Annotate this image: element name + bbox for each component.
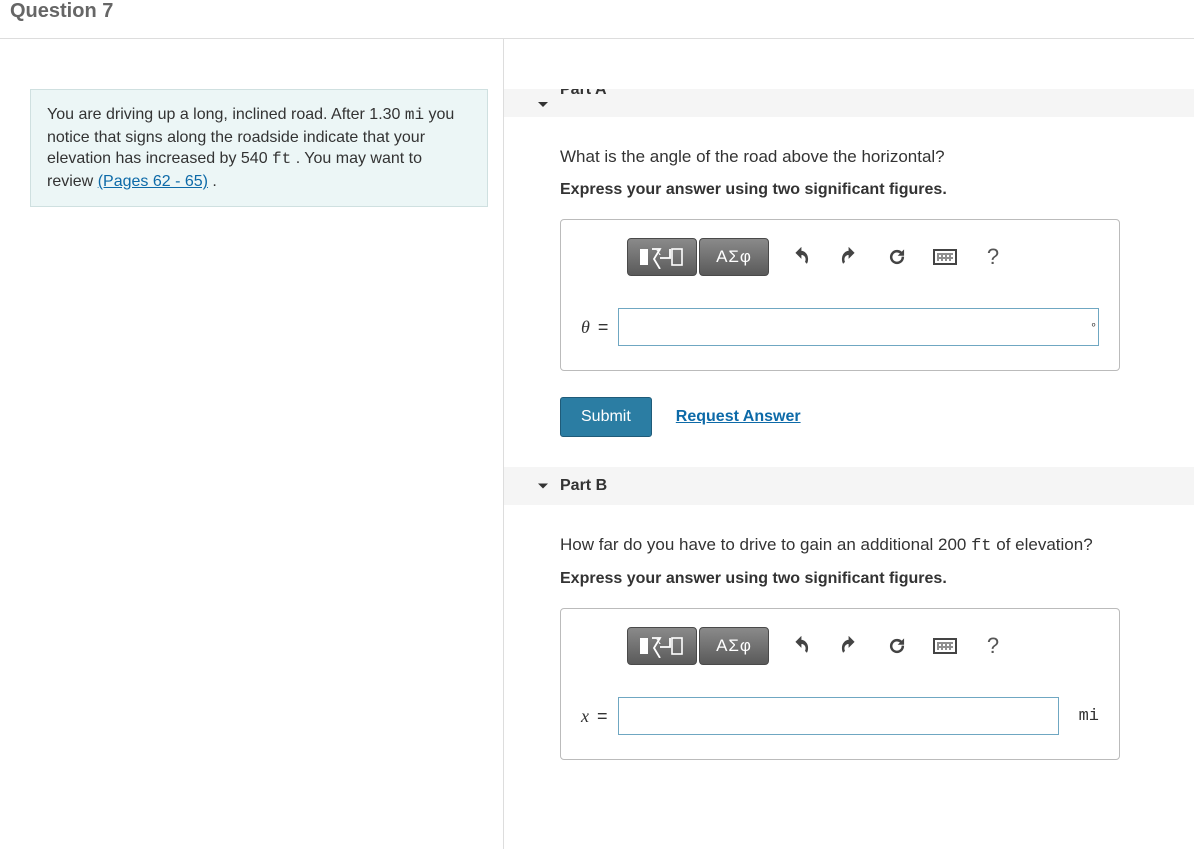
undo-button[interactable] (783, 239, 819, 275)
equals-sign: = (597, 706, 608, 727)
question-header: Question 7 (0, 0, 1194, 39)
part-b-label: Part B (560, 477, 607, 494)
part-b-toolbar: x ΑΣφ (581, 627, 1099, 665)
submit-button[interactable]: Submit (560, 397, 652, 437)
part-b-question: How far do you have to drive to gain an … (560, 535, 1194, 556)
help-button[interactable]: ? (975, 239, 1011, 275)
redo-button[interactable] (831, 628, 867, 664)
keyboard-button[interactable] (927, 239, 963, 275)
part-a-body: What is the angle of the road above the … (504, 147, 1194, 467)
part-b-input-row: x = mi (581, 697, 1099, 735)
part-a-question: What is the angle of the road above the … (560, 147, 1194, 167)
keyboard-button[interactable] (927, 628, 963, 664)
part-a-actions: Submit Request Answer (560, 397, 1194, 437)
part-a-label: Part A (560, 89, 607, 99)
greek-symbols-button[interactable]: ΑΣφ (699, 627, 769, 665)
request-answer-link[interactable]: Request Answer (676, 408, 801, 426)
degree-unit: ∘ (1090, 318, 1097, 331)
keyboard-icon (933, 638, 957, 654)
undo-button[interactable] (783, 628, 819, 664)
template-icon: x (640, 633, 684, 659)
part-b-variable: x (581, 706, 589, 727)
problem-statement: You are driving up a long, inclined road… (30, 89, 488, 207)
part-a-answer-box: x ΑΣφ (560, 219, 1120, 371)
problem-pane: You are driving up a long, inclined road… (0, 39, 504, 849)
template-icon: x (640, 244, 684, 270)
problem-text-1: You are driving up a long, inclined road… (47, 106, 405, 123)
part-a-variable: θ (581, 317, 590, 338)
equals-sign: = (598, 317, 609, 338)
answer-pane: Part A What is the angle of the road abo… (504, 39, 1194, 849)
templates-button[interactable]: x (627, 627, 697, 665)
help-button[interactable]: ? (975, 628, 1011, 664)
templates-button[interactable]: x (627, 238, 697, 276)
chevron-down-icon (538, 102, 548, 107)
part-b-unit: mi (1079, 707, 1099, 726)
review-pages-link[interactable]: (Pages 62 - 65) (98, 173, 208, 190)
part-a-answer-input[interactable] (618, 308, 1099, 346)
greek-symbols-button[interactable]: ΑΣφ (699, 238, 769, 276)
part-a-header[interactable]: Part A (504, 89, 1194, 117)
reset-button[interactable] (879, 628, 915, 664)
part-b-question-unit: ft (971, 537, 991, 556)
greek-label: ΑΣφ (716, 636, 752, 656)
part-b-answer-box: x ΑΣφ (560, 608, 1120, 760)
part-b-instruction: Express your answer using two significan… (560, 570, 1194, 588)
part-b-question-1: How far do you have to drive to gain an … (560, 535, 971, 554)
part-b-header[interactable]: Part B (504, 467, 1194, 505)
reset-button[interactable] (879, 239, 915, 275)
keyboard-icon (933, 249, 957, 265)
main-container: You are driving up a long, inclined road… (0, 39, 1194, 849)
problem-text-4: . (208, 173, 217, 190)
greek-label: ΑΣφ (716, 247, 752, 267)
part-a-input-row: θ = (581, 308, 1099, 346)
part-b-body: How far do you have to drive to gain an … (504, 535, 1194, 790)
part-b-answer-input[interactable] (618, 697, 1059, 735)
problem-unit-1: mi (405, 106, 424, 124)
part-b-question-2: of elevation? (992, 535, 1093, 554)
problem-unit-2: ft (272, 150, 291, 168)
redo-button[interactable] (831, 239, 867, 275)
part-a-instruction: Express your answer using two significan… (560, 181, 1194, 199)
part-a-toolbar: x ΑΣφ (581, 238, 1099, 276)
chevron-down-icon (538, 484, 548, 489)
